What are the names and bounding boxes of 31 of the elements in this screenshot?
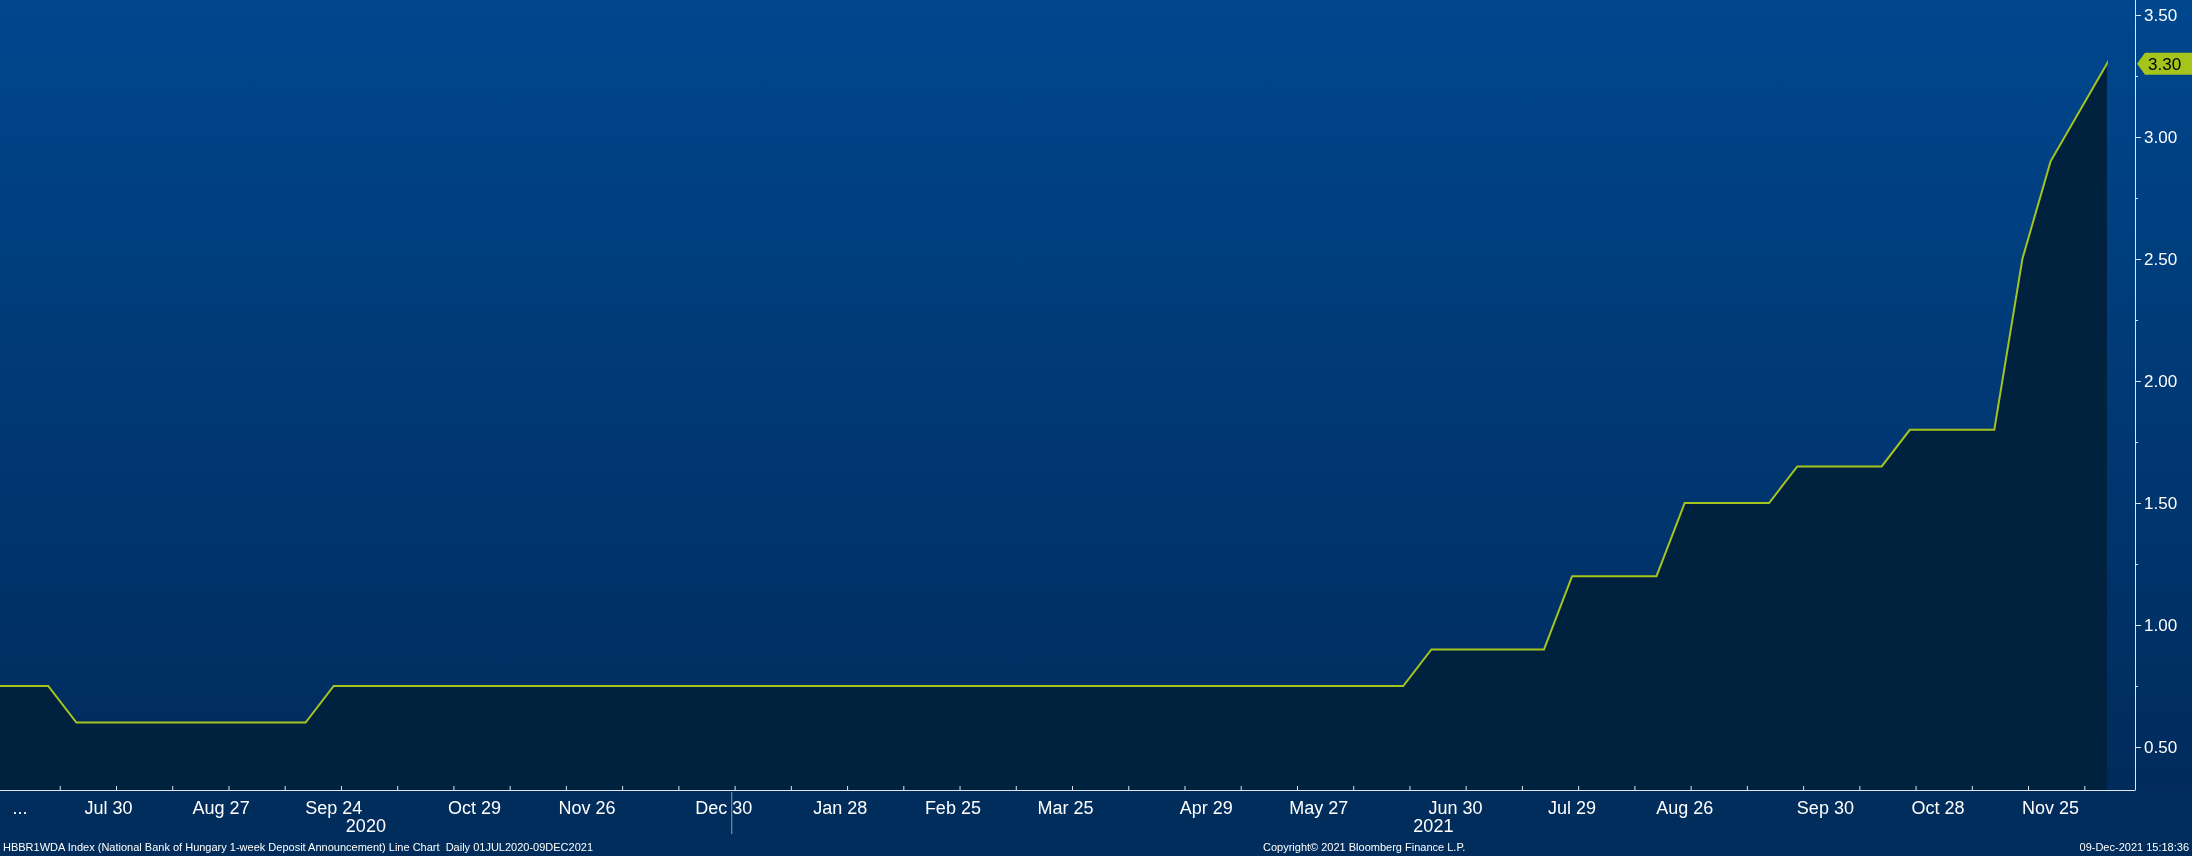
x-tick-label: Aug 26 [1656,798,1714,818]
x-tick-label: Apr 29 [1179,798,1233,818]
year-label: 2021 [1413,816,1454,836]
x-tick-label: Nov 26 [558,798,616,818]
y-tick-label: 2.00 [2144,371,2178,391]
y-tick-label: 2.50 [2144,249,2178,269]
copyright-text: Copyright© 2021 Bloomberg Finance L.P. [1263,839,1466,855]
x-tick-label: Sep 24 [305,798,363,818]
x-tick-label: Jun 30 [1428,798,1483,818]
x-tick-label: Feb 25 [924,798,981,818]
y-tick-label: 1.00 [2144,616,2178,635]
x-tick-label: Jul 30 [84,798,133,818]
x-tick-label: Dec 30 [695,798,753,818]
year-divider [731,791,733,835]
x-tick-label: Oct 28 [1911,798,1965,818]
x-tick-label: Mar 25 [1037,798,1094,818]
x-tick-label: Jan 28 [813,798,868,818]
y-tick-label: 3.00 [2144,127,2178,147]
timestamp: 09-Dec-2021 15:18:36 [2079,839,2189,855]
x-tick-label: Aug 27 [192,798,250,818]
x-tick-label: ... [12,798,28,818]
x-tick-label: May 27 [1289,798,1349,818]
x-tick-label: Nov 25 [2022,798,2080,818]
chart-description: HBBR1WDA Index (National Bank of Hungary 1-week Deposit Announcement) Line Chart Daily 01JUL2020-09DEC2021 [3,839,595,855]
y-tick-label: 0.50 [2144,738,2178,758]
y-tick-label: 1.50 [2144,494,2178,513]
x-tick-label: Sep 30 [1796,798,1854,818]
x-tick-label: Oct 29 [447,798,501,818]
x-tick-label: Jul 29 [1548,798,1597,818]
year-label: 2020 [345,816,386,836]
y-tick-label: 3.50 [2144,5,2178,25]
